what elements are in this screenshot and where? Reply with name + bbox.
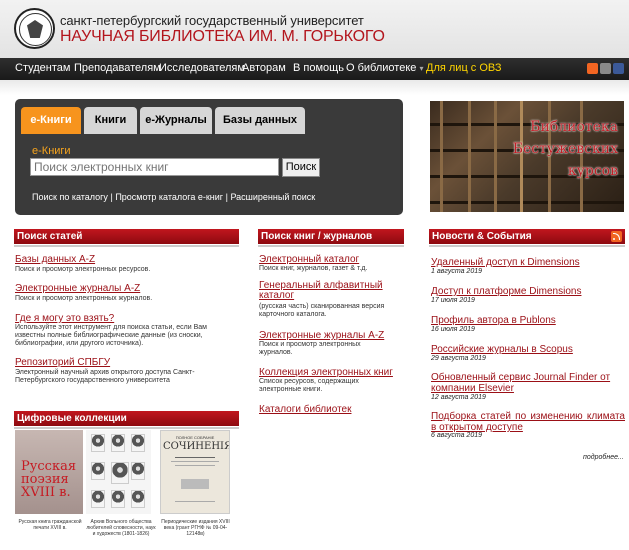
- general-catalog-desc: (русская часть) сканированная версия кар…: [259, 303, 385, 318]
- library-catalogs-link[interactable]: Каталоги библиотек: [259, 404, 351, 415]
- articles-section-title: Поиск статей: [14, 229, 239, 247]
- news-date-5: 12 августа 2019: [431, 394, 486, 401]
- facebook-icon[interactable]: [613, 63, 624, 74]
- book-title-text: СОЧИНЕНІЯ: [163, 441, 230, 452]
- ecatalog-link[interactable]: Электронный каталог: [259, 254, 359, 265]
- ebook-collection-desc: Список ресурсов, содержащих электронные …: [259, 378, 359, 393]
- tab-books[interactable]: Книги: [84, 107, 137, 134]
- ecatalog-desc: Поиск книг, журналов, газет & т.д.: [259, 265, 368, 272]
- search-button[interactable]: Поиск: [282, 158, 320, 177]
- search-links: Поиск по каталогу | Просмотр каталога е-…: [32, 192, 315, 202]
- nav-item-teachers[interactable]: Преподавателям: [74, 62, 161, 74]
- ejournals-az-desc: Поиск и просмотр электронных журналов.: [15, 295, 153, 302]
- digital-collections-title: Цифровые коллекции: [14, 411, 239, 429]
- spbu-repository-link[interactable]: Репозиторий СПБГУ: [15, 357, 110, 368]
- where-get-it-desc: Используйте этот инструмент для поиска с…: [15, 324, 207, 347]
- news-link-4[interactable]: Российские журналы в Scopus: [431, 344, 573, 355]
- nav-item-students[interactable]: Студентам: [15, 62, 70, 74]
- russian-poetry-poster[interactable]: Русская поэзия XVIII в.: [15, 430, 83, 514]
- ebook-catalog-link[interactable]: Просмотр каталога е-книг: [115, 192, 223, 202]
- news-link-1[interactable]: Удаленный доступ к Dimensions: [431, 257, 580, 268]
- book-header-text: ПОЛНОЕ СОБРАНІЕ: [175, 435, 215, 440]
- periodicals-book-image[interactable]: ПОЛНОЕ СОБРАНІЕ СОЧИНЕНІЯ: [160, 430, 230, 514]
- where-get-it-link[interactable]: Где я могу это взять?: [15, 313, 114, 324]
- vk-icon[interactable]: [600, 63, 611, 74]
- tab-ejournals[interactable]: e-Журналы: [140, 107, 212, 134]
- poster-title: Русская поэзия XVIII в.: [21, 459, 77, 500]
- bestuzhev-courses-banner[interactable]: Библиотека Бестужевских курсов: [430, 101, 624, 212]
- books-ejournals-az-link[interactable]: Электронные журналы A-Z: [259, 330, 384, 341]
- library-name[interactable]: НАУЧНАЯ БИБЛИОТЕКА ИМ. М. ГОРЬКОГО: [60, 28, 385, 46]
- news-date-4: 29 августа 2019: [431, 355, 486, 362]
- books-section-title: Поиск книг / журналов: [258, 229, 404, 247]
- chevron-down-icon: ▾: [419, 64, 424, 73]
- news-date-3: 16 июля 2019: [431, 326, 475, 333]
- ejournals-az-link[interactable]: Электронные журналы A-Z: [15, 283, 140, 294]
- nav-item-about[interactable]: О библиотеке ▾: [346, 62, 423, 74]
- more-news-link[interactable]: подробнее...: [583, 454, 624, 461]
- tab-ebooks[interactable]: e-Книги: [21, 107, 81, 134]
- caption-archive: Архив Вольного общества любителей словес…: [86, 519, 156, 537]
- caption-poetry: Русская книга гражданской печати XVIII в…: [18, 519, 82, 531]
- databases-az-link[interactable]: Базы данных A-Z: [15, 254, 95, 265]
- rss-icon[interactable]: [611, 231, 622, 242]
- nav-item-authors[interactable]: Авторам: [242, 62, 286, 74]
- main-navigation: Студентам Преподавателям Исследователям …: [0, 58, 629, 80]
- news-date-6: 6 августа 2019: [431, 432, 482, 439]
- search-section-label: e-Книги: [32, 145, 71, 157]
- nav-item-about-label: О библиотеке: [346, 62, 417, 74]
- banner-title-line2: Бестужевских: [512, 141, 618, 157]
- catalog-search-link[interactable]: Поиск по каталогу: [32, 192, 108, 202]
- advanced-search-link[interactable]: Расширенный поиск: [230, 192, 315, 202]
- portraits-archive-image[interactable]: [86, 430, 151, 514]
- news-section-title: Новости & События: [429, 229, 625, 247]
- university-name: санкт-петербургский государственный унив…: [60, 13, 364, 28]
- university-seal-logo[interactable]: [14, 8, 55, 49]
- news-date-2: 17 июля 2019: [431, 297, 475, 304]
- nav-item-help[interactable]: В помощь: [293, 62, 344, 74]
- caption-periodicals: Периодические издания XVIII века (грант …: [161, 519, 230, 537]
- ebook-collection-link[interactable]: Коллекция электронных книг: [259, 367, 393, 378]
- link-separator: |: [225, 192, 228, 202]
- spbu-repository-desc: Электронный научный архив открытого дост…: [15, 369, 195, 384]
- nav-item-accessibility[interactable]: Для лиц с ОВЗ: [426, 62, 502, 74]
- header-shadow-band: [0, 80, 629, 95]
- news-link-3[interactable]: Профиль автора в Publons: [431, 315, 556, 326]
- link-separator: |: [110, 192, 113, 202]
- news-link-6[interactable]: Подборка статей по изменению климата в о…: [431, 411, 625, 433]
- databases-az-desc: Поиск и просмотр электронных ресурсов.: [15, 266, 151, 273]
- nav-item-researchers[interactable]: Исследователям: [159, 62, 245, 74]
- tab-databases[interactable]: Базы данных: [215, 107, 305, 134]
- news-link-2[interactable]: Доступ к платформе Dimensions: [431, 286, 581, 297]
- rss-icon[interactable]: [587, 63, 598, 74]
- general-catalog-link[interactable]: Генеральный алфавитный каталог: [259, 281, 399, 301]
- banner-title-line1: Библиотека: [530, 119, 618, 135]
- ebook-search-input[interactable]: [30, 158, 279, 176]
- banner-title-line3: курсов: [567, 163, 618, 179]
- site-header: санкт-петербургский государственный унив…: [0, 0, 629, 58]
- news-link-5[interactable]: Обновленный сервис Journal Finder от ком…: [431, 372, 625, 394]
- books-ejournals-az-desc: Поиск и просмотр электронных журналов.: [259, 341, 361, 356]
- news-date-1: 1 августа 2019: [431, 268, 482, 275]
